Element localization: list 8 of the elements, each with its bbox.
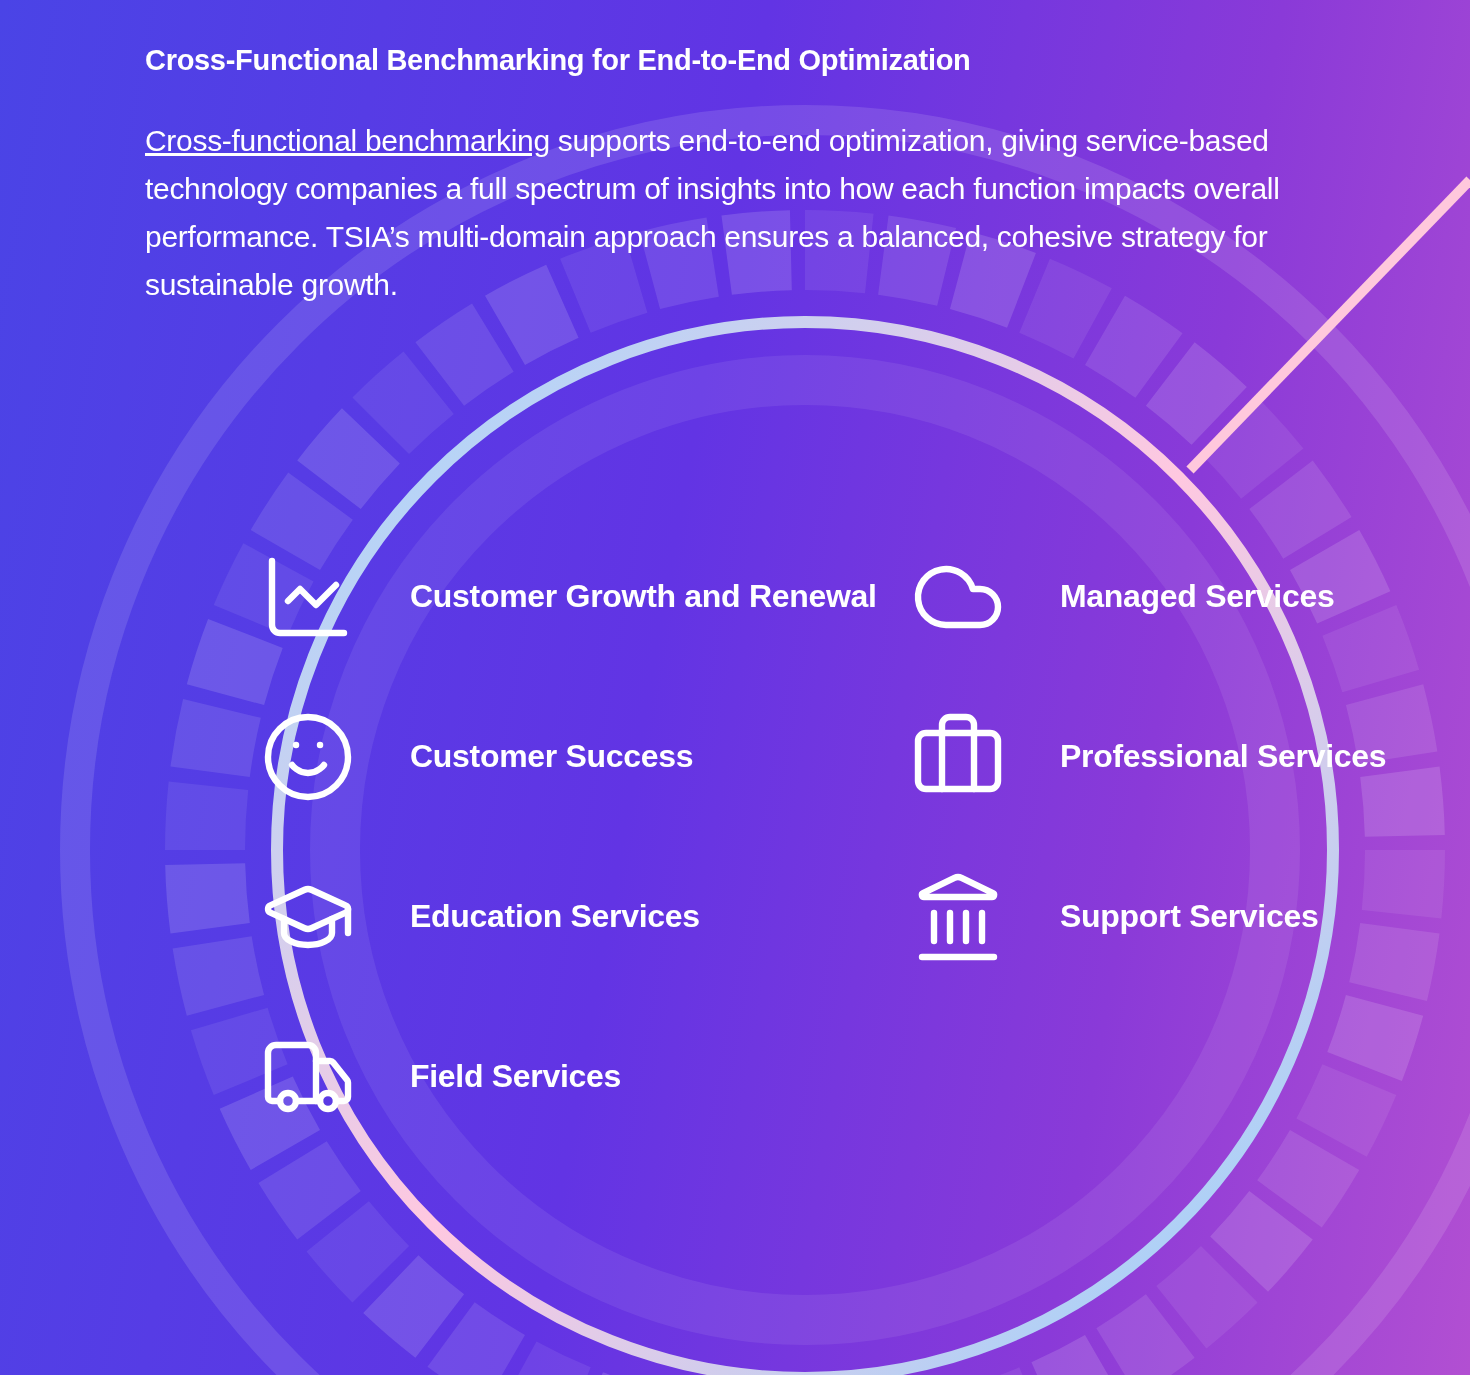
benchmarking-link[interactable]: Cross-functional benchmarking xyxy=(145,124,550,157)
service-label: Support Services xyxy=(1060,898,1319,935)
service-label: Field Services xyxy=(410,1058,622,1095)
section-heading: Cross-Functional Benchmarking for End-to-End Optimization xyxy=(145,44,972,77)
intro-paragraph: Cross-functional benchmarking supports end-to-end optimization, giving service-based technology companies a full spectrum of insights into how each function impacts overall performance. TSIA’s multi-domain approach ensures a balanced, cohesive strategy for sustainable growth. xyxy=(145,123,1281,303)
service-label: Customer Growth and Renewal xyxy=(410,578,877,615)
service-label: Education Services xyxy=(410,898,700,935)
service-label: Customer Success xyxy=(410,738,694,775)
